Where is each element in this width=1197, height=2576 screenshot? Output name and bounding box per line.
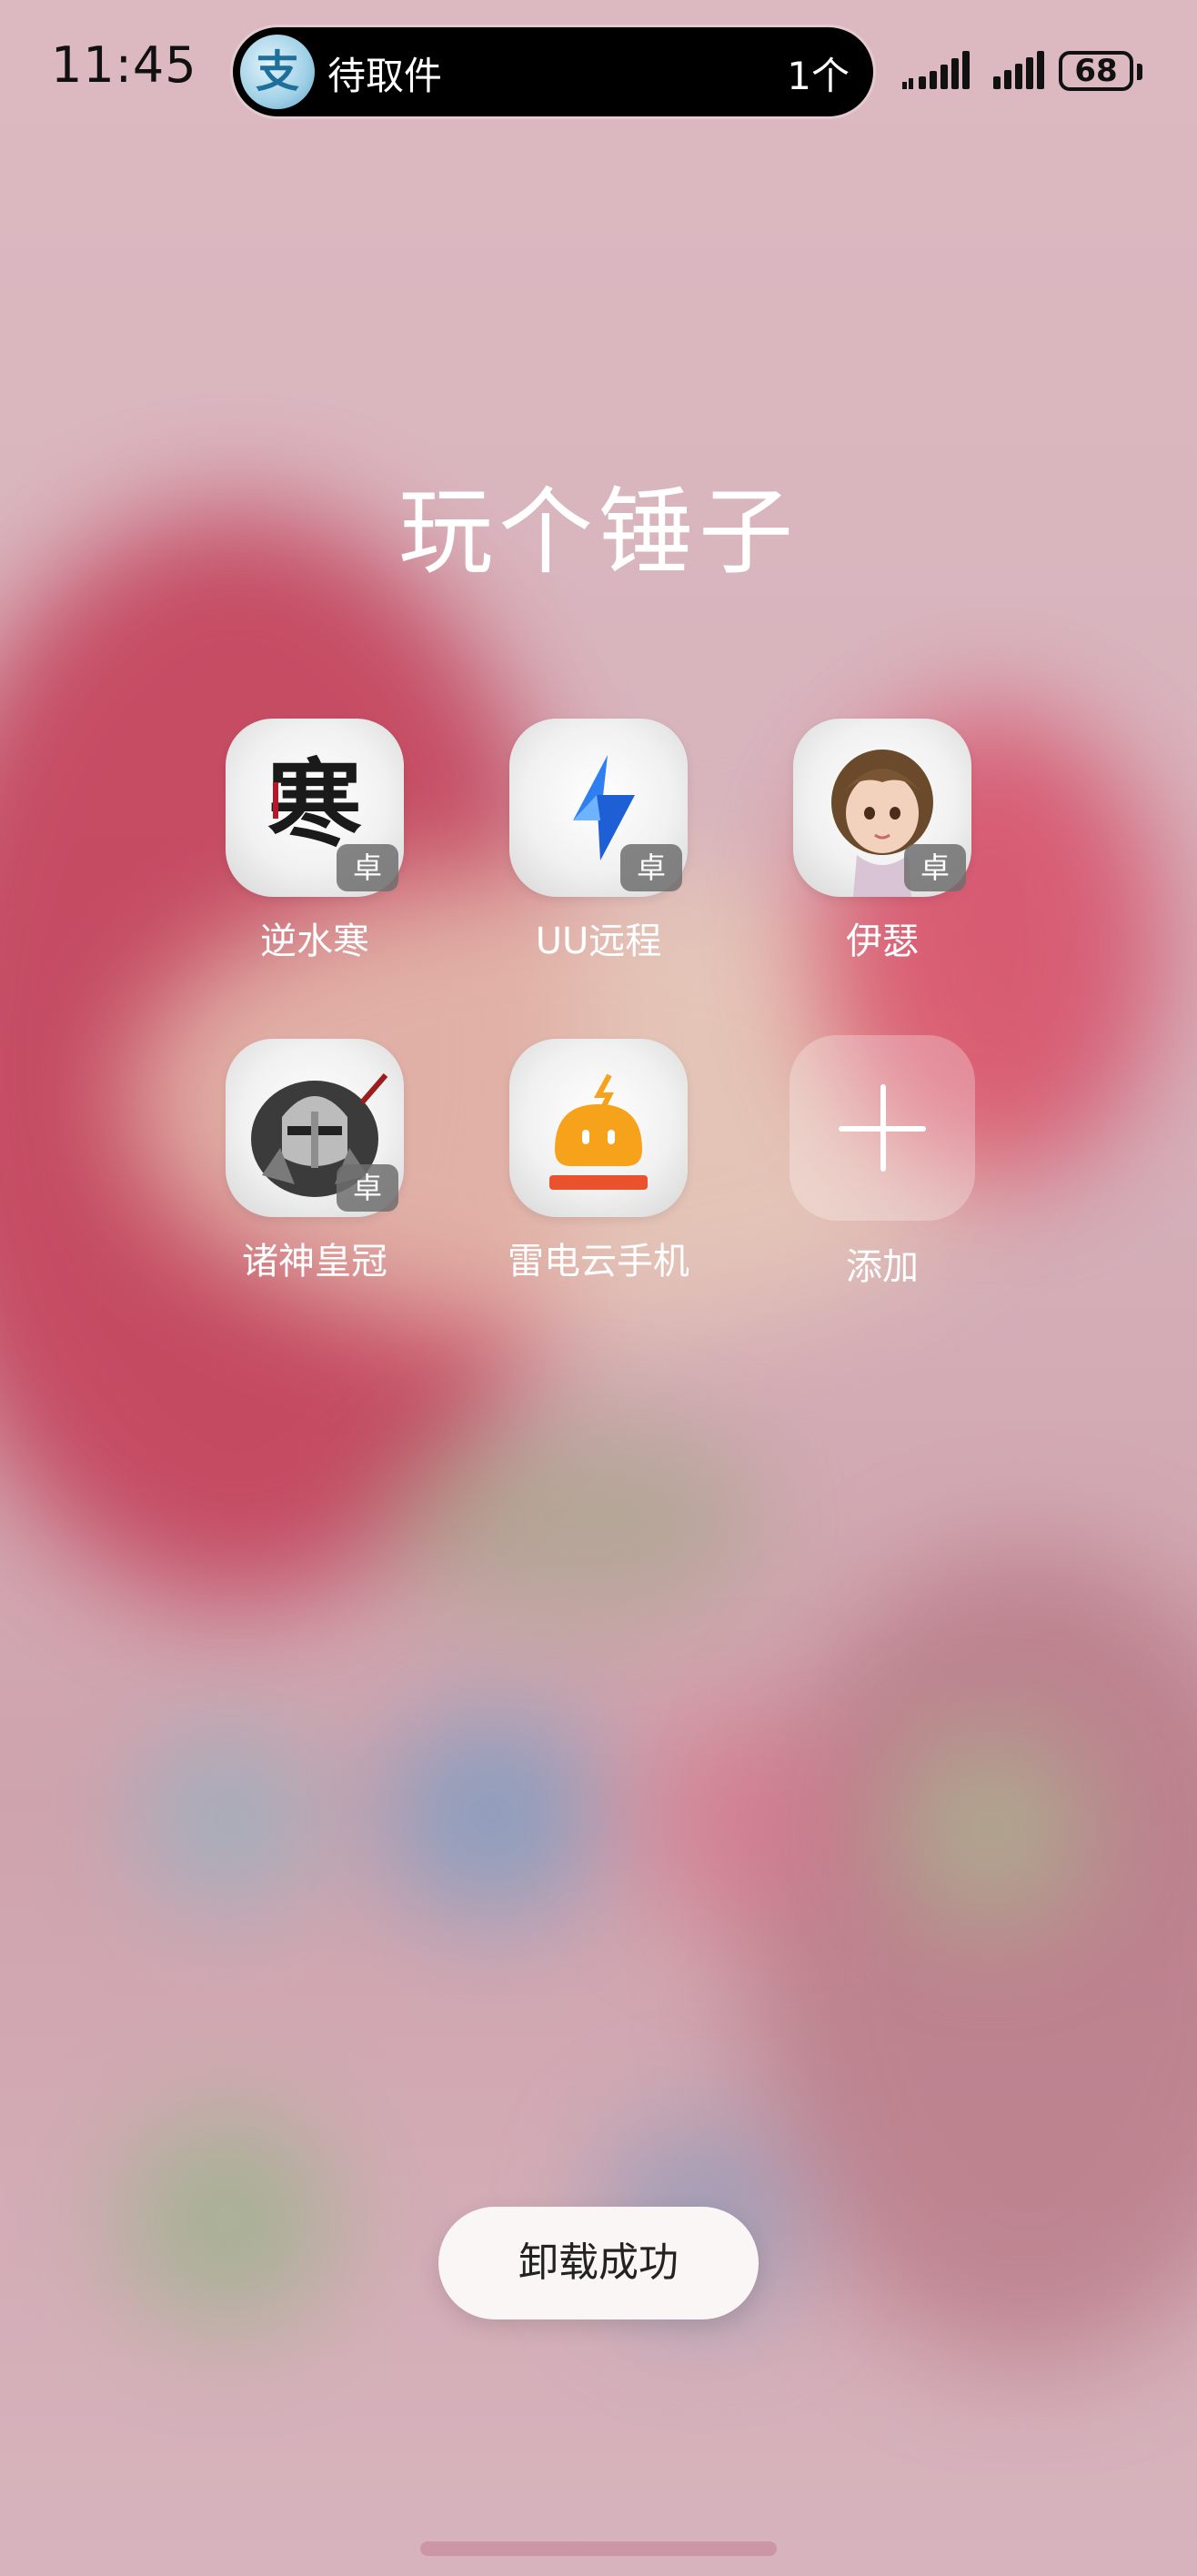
android-badge: 卓 [337, 844, 398, 891]
add-app-button[interactable]: 添加 [764, 1035, 1001, 1290]
android-badge: 卓 [620, 844, 682, 891]
battery-icon: 68 [1059, 51, 1133, 91]
app-leidian-cloud[interactable]: 卓 雷电云手机 [480, 1039, 717, 1284]
status-bar: 11:45 支 待取件 1个 68 [0, 0, 1197, 146]
android-badge: 卓 [904, 844, 966, 891]
live-activity-title: 待取件 [327, 54, 443, 98]
alipay-icon: 支 [240, 35, 315, 109]
add-label: 添加 [846, 1246, 919, 1288]
app-yise[interactable]: 卓 伊瑟 [764, 719, 1001, 964]
app-label: 诸神皇冠 [242, 1241, 387, 1283]
plus-icon [790, 1035, 975, 1221]
leidian-cloud-app-icon [509, 1039, 688, 1217]
live-activity-count: 1个 [787, 54, 850, 98]
cellular-signal-2-icon [993, 51, 1044, 89]
folder-title[interactable]: 玩个锤子 [0, 455, 1197, 592]
battery-tip [1137, 64, 1142, 80]
cellular-signal-icon [902, 51, 970, 89]
app-label: 伊瑟 [846, 921, 919, 962]
blurred-wallpaper [0, 0, 1197, 2576]
app-label: 雷电云手机 [508, 1241, 689, 1283]
android-badge: 卓 [337, 1164, 398, 1212]
toast-message: 卸载成功 [438, 2207, 759, 2319]
home-indicator[interactable] [420, 2541, 777, 2556]
app-uu-remote[interactable]: 卓 UU远程 [480, 719, 717, 964]
live-activity-pill[interactable]: 支 待取件 1个 [233, 27, 873, 116]
app-label: 逆水寒 [260, 921, 369, 962]
svg-text:寒: 寒 [267, 748, 362, 860]
status-time: 11:45 [51, 36, 197, 94]
app-nishuihan[interactable]: 寒 卓 逆水寒 [196, 719, 433, 964]
app-zhushen[interactable]: 卓 诸神皇冠 [196, 1039, 433, 1284]
app-label: UU远程 [535, 921, 662, 962]
